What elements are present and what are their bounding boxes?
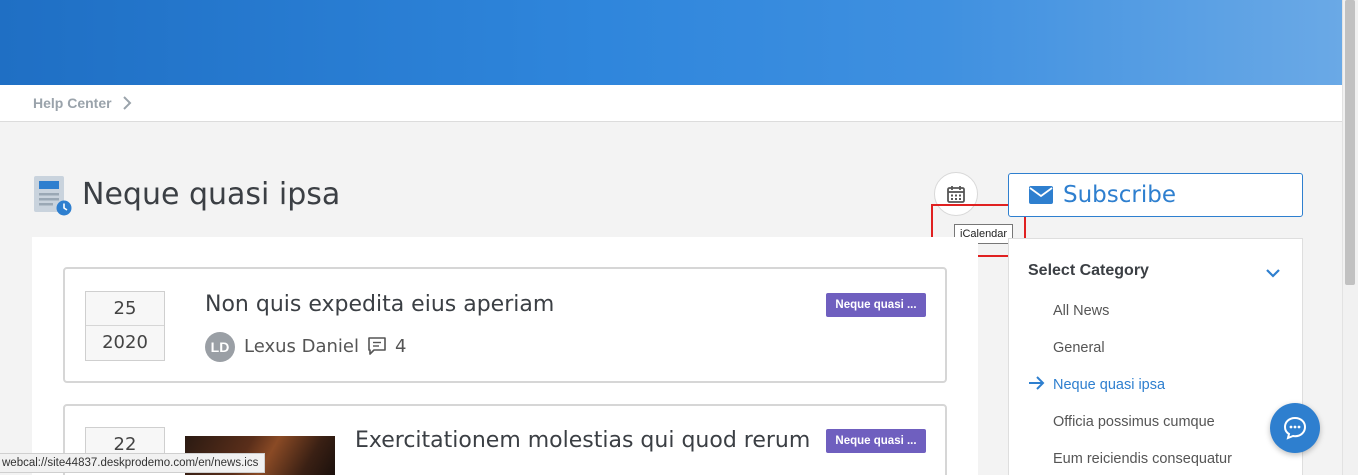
article-day: 25: [86, 292, 164, 326]
news-page-icon: [34, 176, 72, 216]
sidebar-heading[interactable]: Select Category: [1028, 262, 1149, 280]
chevron-right-icon: [122, 96, 131, 110]
chat-bubble-icon: [1283, 416, 1307, 440]
breadcrumb-bar: Help Center: [0, 85, 1342, 122]
comment-icon: [368, 337, 386, 355]
sidebar-item-neque-quasi-ipsa[interactable]: Neque quasi ipsa: [1053, 377, 1165, 393]
article-date: 25 2020: [85, 291, 165, 361]
sidebar-item-all-news[interactable]: All News: [1053, 303, 1109, 319]
subscribe-label: Subscribe: [1063, 182, 1177, 208]
breadcrumb-help-center[interactable]: Help Center: [33, 95, 112, 111]
article-title[interactable]: Exercitationem molestias qui quod rerum: [355, 428, 810, 453]
news-article-card[interactable]: [63, 267, 947, 383]
subscribe-button[interactable]: Subscribe: [1008, 173, 1303, 217]
browser-status-bar: webcal://site44837.deskprodemo.com/en/ne…: [0, 453, 266, 473]
category-tag[interactable]: Neque quasi ...: [826, 293, 926, 317]
arrow-right-icon: [1029, 376, 1045, 390]
article-title[interactable]: Non quis expedita eius aperiam: [205, 292, 554, 317]
category-tag[interactable]: Neque quasi ...: [826, 429, 926, 453]
hero-banner: [0, 0, 1342, 85]
chevron-down-icon[interactable]: [1265, 267, 1281, 279]
calendar-icon: [947, 186, 965, 203]
article-year: 2020: [102, 332, 148, 353]
envelope-icon: [1029, 186, 1053, 204]
sidebar-item-general[interactable]: General: [1053, 340, 1105, 356]
scrollbar-thumb[interactable]: [1345, 0, 1355, 285]
comment-count: 4: [395, 336, 407, 357]
page-title: Neque quasi ipsa: [82, 177, 341, 212]
breadcrumb: Help Center: [33, 95, 132, 111]
chat-widget-button[interactable]: [1270, 403, 1320, 453]
avatar: LD: [205, 332, 235, 362]
author-name: Lexus Daniel: [244, 336, 360, 357]
sidebar-item-officia-possimus-cumque[interactable]: Officia possimus cumque: [1053, 414, 1215, 430]
sidebar-item-eum-reiciendis-consequatur[interactable]: Eum reiciendis consequatur: [1053, 451, 1232, 467]
